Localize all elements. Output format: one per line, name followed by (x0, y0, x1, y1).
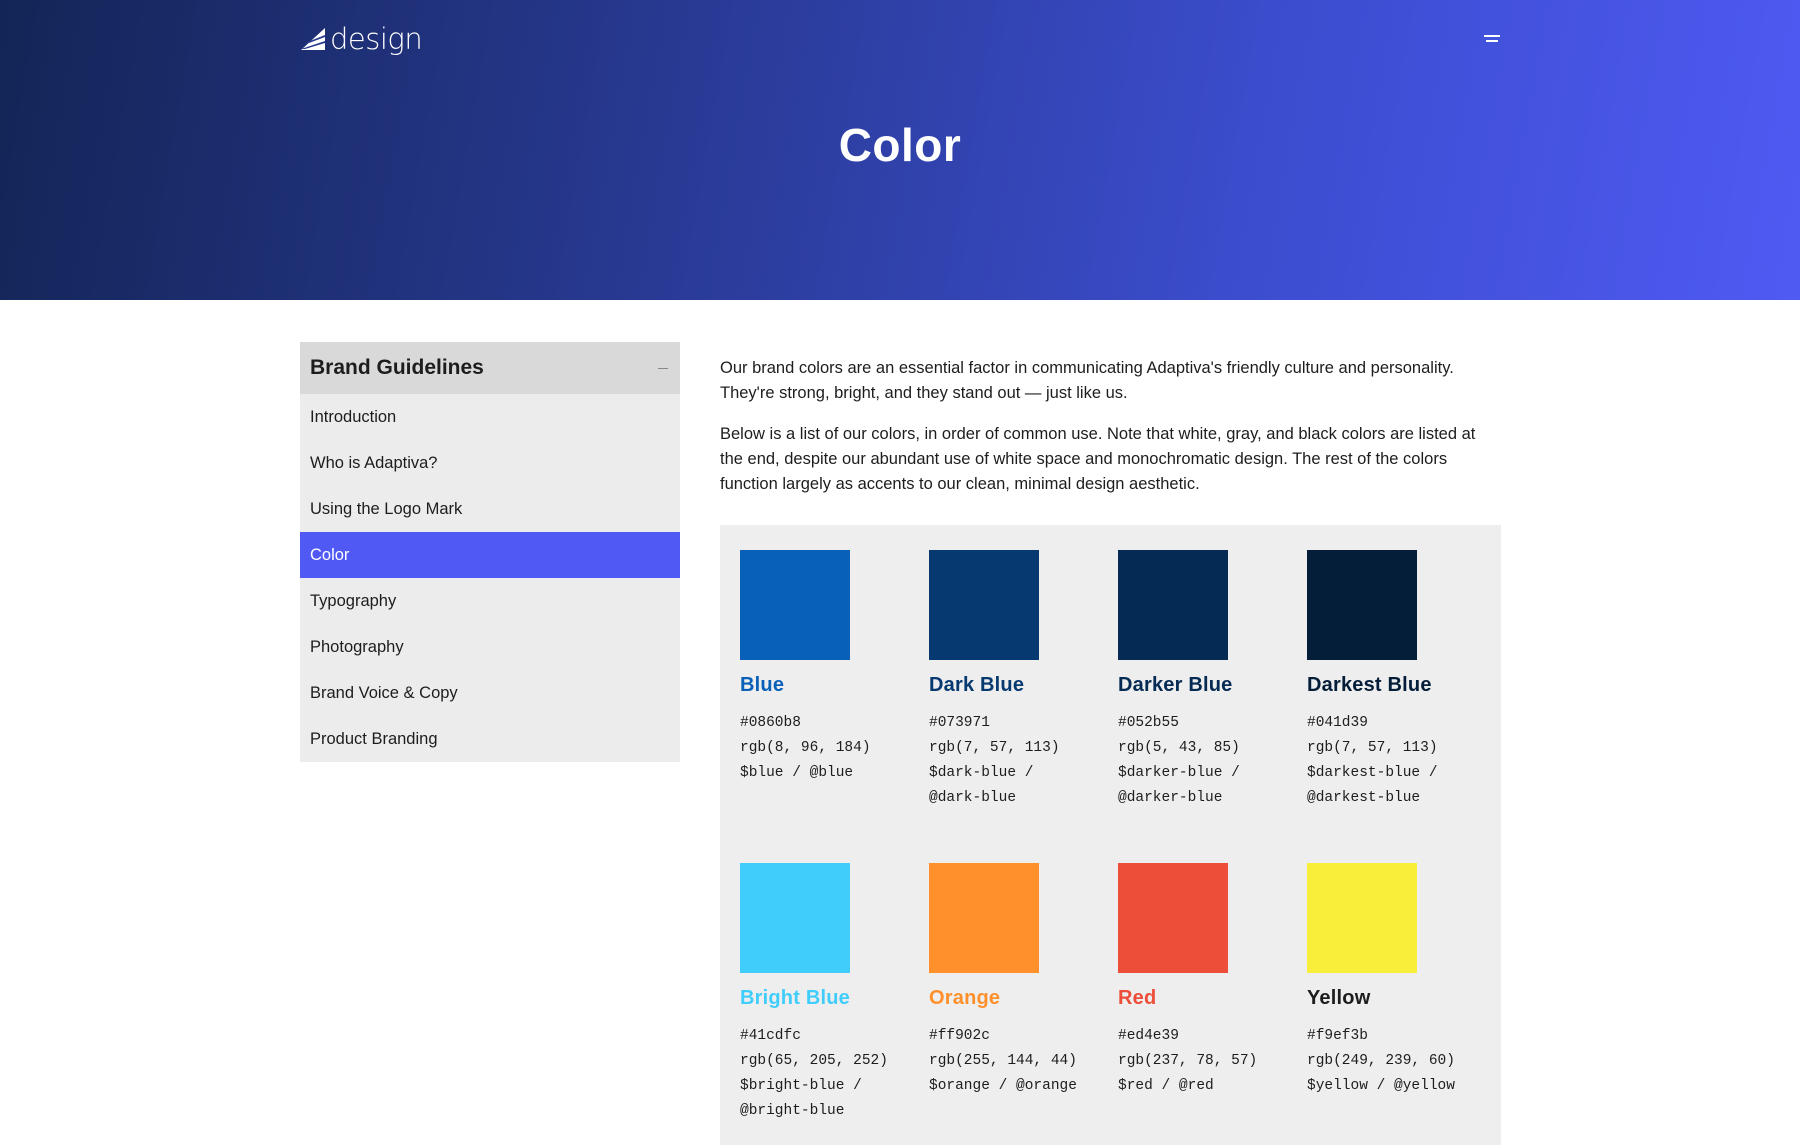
sidebar-nav: Brand Guidelines Introduction Who is Adap… (300, 342, 680, 762)
swatch-codes: #41cdfc rgb(65, 205, 252) $bright-blue / @b… (740, 1024, 920, 1124)
swatch-rgb: rgb(8, 96, 184) (740, 740, 871, 756)
swatch-var-line1: $bright-blue / (740, 1078, 862, 1094)
swatch-hex: #f9ef3b (1307, 1028, 1368, 1044)
swatch-name: Bright Blue (740, 987, 850, 1009)
swatch-hex: #041d39 (1307, 715, 1368, 731)
color-chip (1118, 550, 1228, 660)
swatch-hex: #41cdfc (740, 1028, 801, 1044)
swatch-name: Darkest Blue (1307, 674, 1432, 696)
swatch-orange: Orange #ff902c rgb(255, 144, 44) $orange / … (929, 863, 1109, 1099)
color-chip (1118, 863, 1228, 973)
color-chip (740, 550, 850, 660)
swatch-var-line1: $red / @red (1118, 1078, 1214, 1094)
list-paragraph: Below is a list of our colors, in order … (720, 425, 1476, 493)
sidebar-item-introduction[interactable]: Introduction (300, 394, 680, 440)
main-content: Our brand colors are an essential factor… (720, 356, 1500, 513)
sidebar-item-photography[interactable]: Photography (300, 624, 680, 670)
swatch-var-line1: $darker-blue / (1118, 765, 1240, 781)
swatch-hex: #052b55 (1118, 715, 1179, 731)
color-chip (740, 863, 850, 973)
swatch-rgb: rgb(237, 78, 57) (1118, 1053, 1258, 1069)
swatch-dark-blue: Dark Blue #073971 rgb(7, 57, 113) $dark-blu… (929, 550, 1109, 811)
swatch-rgb: rgb(5, 43, 85) (1118, 740, 1240, 756)
hero-banner: design Color (0, 0, 1800, 300)
swatch-var-line2: @darker-blue (1118, 790, 1223, 806)
sidebar-header[interactable]: Brand Guidelines (300, 342, 680, 394)
swatch-darkest-blue: Darkest Blue #041d39 rgb(7, 57, 113) $darke… (1307, 550, 1487, 811)
swatch-rgb: rgb(249, 239, 60) (1307, 1053, 1455, 1069)
swatch-codes: #073971 rgb(7, 57, 113) $dark-blue / @dark-… (929, 711, 1109, 811)
color-chip (1307, 863, 1417, 973)
swatch-codes: #ff902c rgb(255, 144, 44) $orange / @orang… (929, 1024, 1109, 1099)
color-chip (1307, 550, 1417, 660)
swatch-hex: #ed4e39 (1118, 1028, 1179, 1044)
swatch-rgb: rgb(7, 57, 113) (1307, 740, 1438, 756)
logo-text: design (330, 22, 423, 56)
swatch-codes: #041d39 rgb(7, 57, 113) $darkest-blue / @da… (1307, 711, 1487, 811)
swatch-blue: Blue #0860b8 rgb(8, 96, 184) $blue / @blue (740, 550, 920, 786)
swatch-codes: #0860b8 rgb(8, 96, 184) $blue / @blue (740, 711, 920, 786)
swatch-hex: #073971 (929, 715, 990, 731)
intro-paragraph: Our brand colors are an essential factor… (720, 359, 1454, 402)
sidebar-title: Brand Guidelines (310, 356, 484, 379)
swatch-var-line2: @bright-blue (740, 1103, 845, 1119)
minus-icon[interactable] (658, 367, 668, 369)
sidebar-item-product-branding[interactable]: Product Branding (300, 716, 680, 762)
sidebar-item-color[interactable]: Color (300, 532, 680, 578)
swatch-var-line1: $darkest-blue / (1307, 765, 1438, 781)
site-logo[interactable]: design (300, 22, 423, 56)
swatch-hex: #0860b8 (740, 715, 801, 731)
swatch-var-line1: $blue / @blue (740, 765, 854, 781)
swatch-rgb: rgb(255, 144, 44) (929, 1053, 1077, 1069)
swatch-codes: #ed4e39 rgb(237, 78, 57) $red / @red (1118, 1024, 1298, 1099)
page-title: Color (838, 119, 962, 171)
swatch-var-line2: @dark-blue (929, 790, 1017, 806)
color-swatch-panel: Blue #0860b8 rgb(8, 96, 184) $blue / @blue D… (720, 525, 1501, 1145)
swatch-name: Blue (740, 674, 785, 696)
sidebar-item-brand-voice-copy[interactable]: Brand Voice & Copy (300, 670, 680, 716)
swatch-name: Yellow (1307, 987, 1371, 1009)
swatch-name: Orange (929, 987, 1001, 1009)
sidebar-item-who-is-adaptiva[interactable]: Who is Adaptiva? (300, 440, 680, 486)
swatch-red: Red #ed4e39 rgb(237, 78, 57) $red / @red (1118, 863, 1298, 1099)
swatch-var-line1: $yellow / @yellow (1307, 1078, 1455, 1094)
swatch-rgb: rgb(7, 57, 113) (929, 740, 1060, 756)
sidebar-item-using-the-logo-mark[interactable]: Using the Logo Mark (300, 486, 680, 532)
swatch-rgb: rgb(65, 205, 252) (740, 1053, 888, 1069)
swatch-var-line1: $dark-blue / (929, 765, 1034, 781)
sidebar-item-typography[interactable]: Typography (300, 578, 680, 624)
swatch-var-line1: $orange / @orange (929, 1078, 1077, 1094)
swatch-codes: #052b55 rgb(5, 43, 85) $darker-blue / @dark… (1118, 711, 1298, 811)
color-chip (929, 550, 1039, 660)
swatch-darker-blue: Darker Blue #052b55 rgb(5, 43, 85) $darker-… (1118, 550, 1298, 811)
hamburger-menu-icon[interactable] (1484, 33, 1500, 45)
swatch-hex: #ff902c (929, 1028, 990, 1044)
swatch-name: Darker Blue (1118, 674, 1233, 696)
swatch-yellow: Yellow #f9ef3b rgb(249, 239, 60) $yellow / … (1307, 863, 1487, 1099)
swatch-bright-blue: Bright Blue #41cdfc rgb(65, 205, 252) $brig… (740, 863, 920, 1124)
swatch-name: Red (1118, 987, 1157, 1009)
swatch-var-line2: @darkest-blue (1307, 790, 1421, 806)
color-chip (929, 863, 1039, 973)
swatch-codes: #f9ef3b rgb(249, 239, 60) $yellow / @yello… (1307, 1024, 1487, 1099)
swatch-name: Dark Blue (929, 674, 1025, 696)
adaptiva-sail-icon (300, 26, 326, 52)
